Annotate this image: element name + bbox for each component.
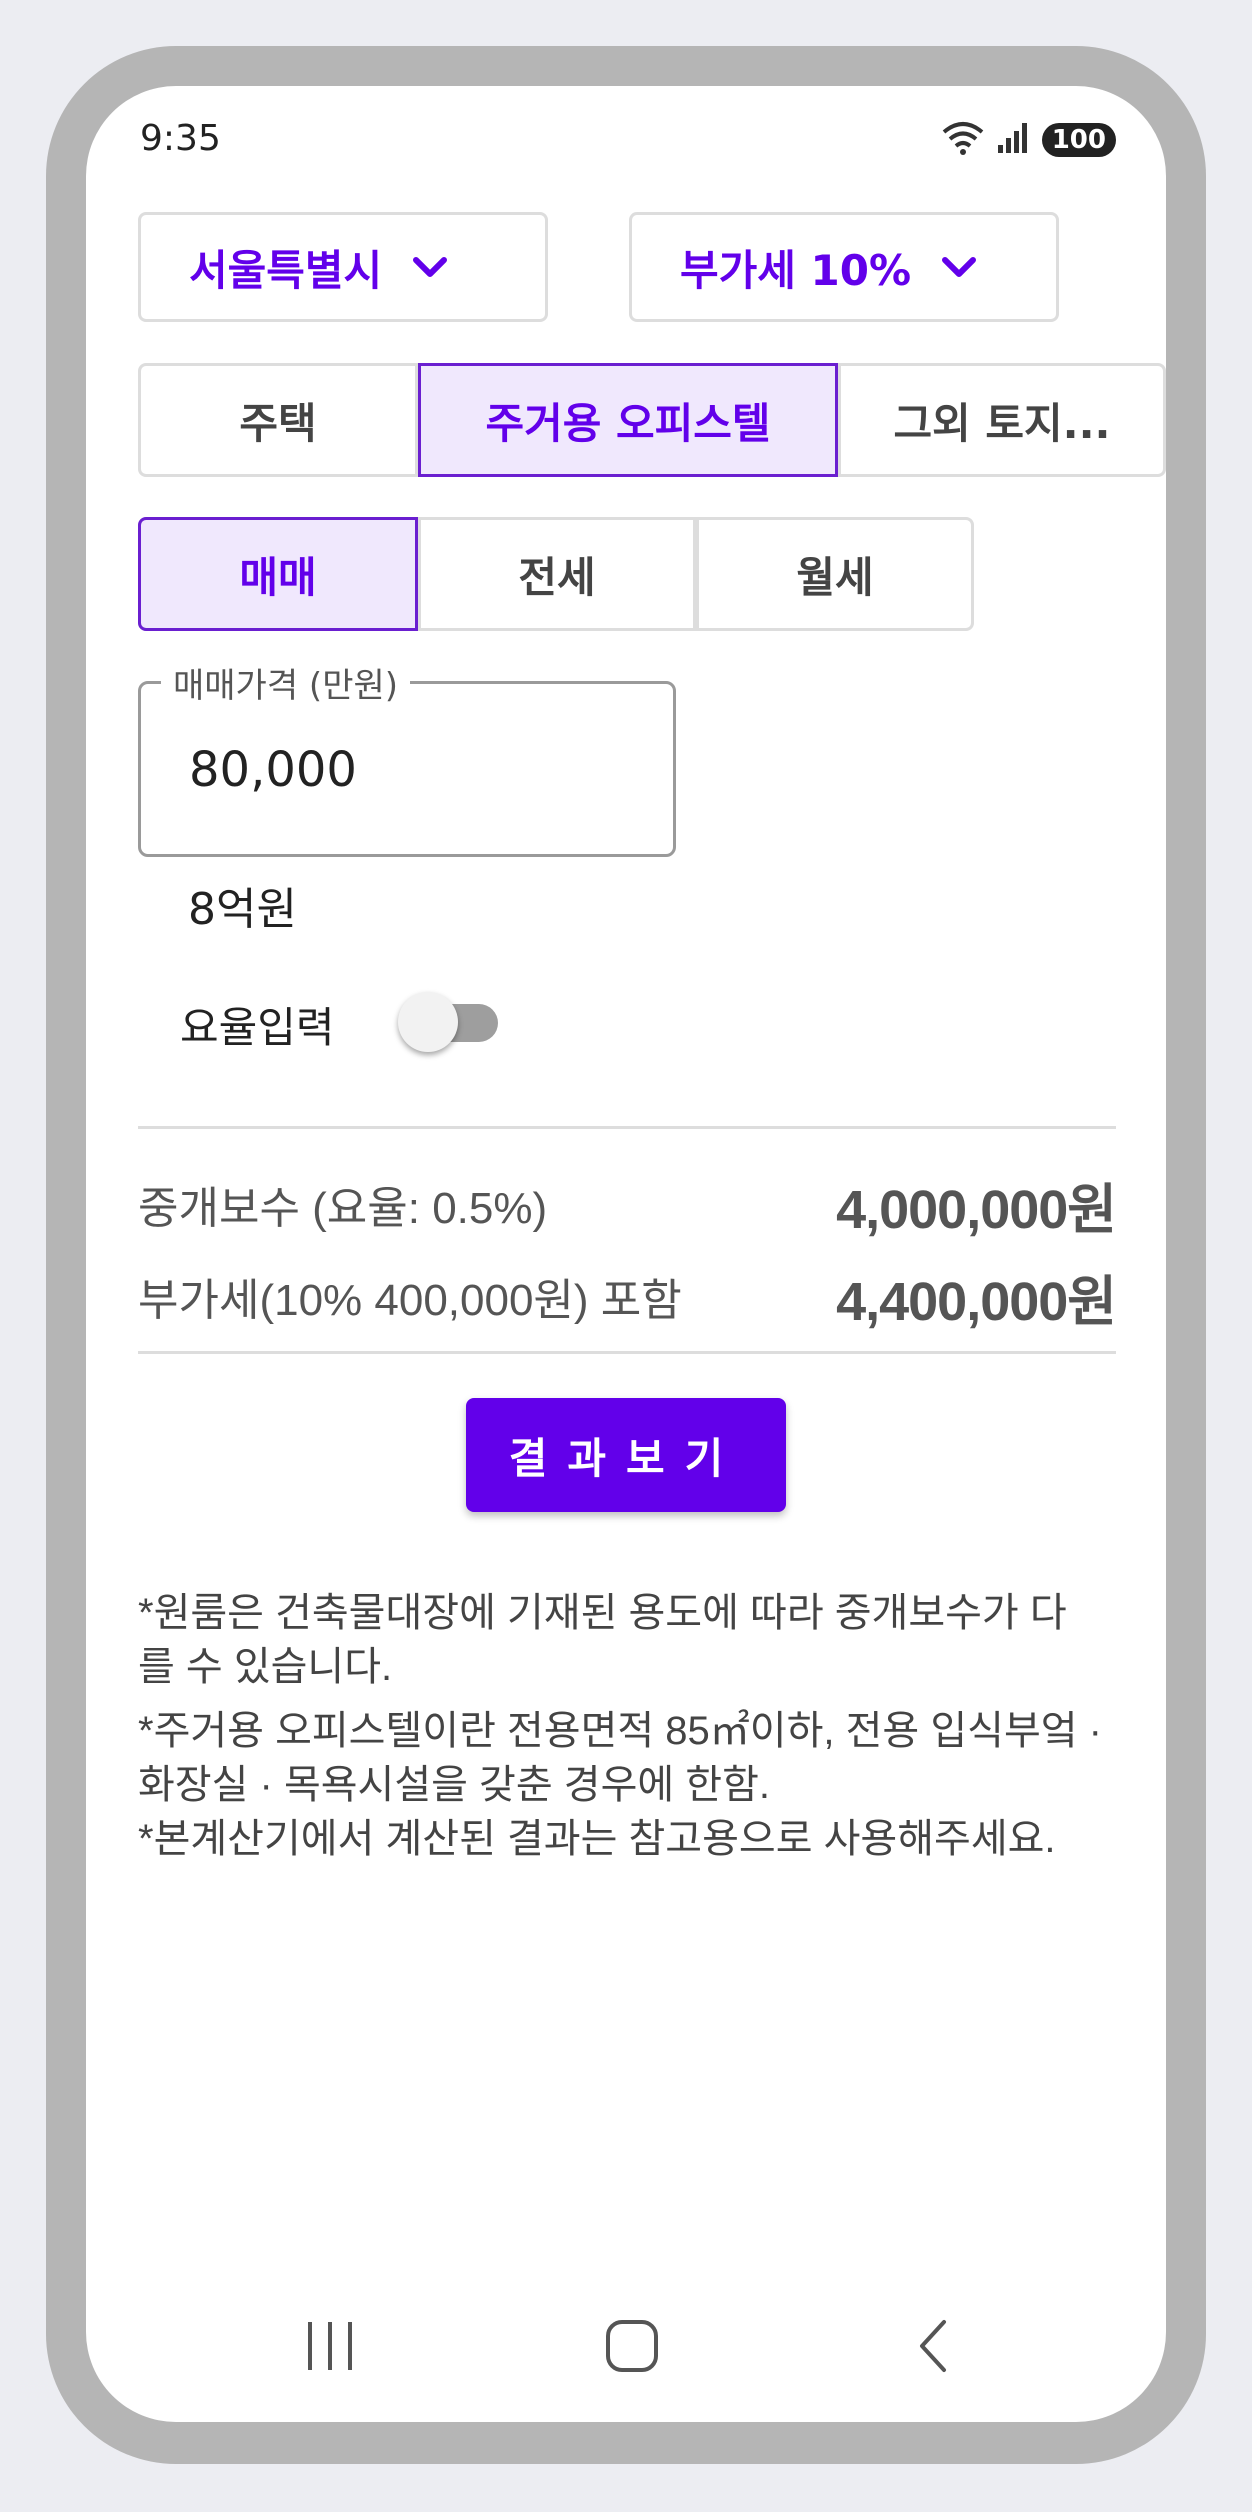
- wifi-icon: [942, 120, 984, 160]
- home-icon[interactable]: [582, 2296, 682, 2396]
- tab-monthly-rent-label: 월세: [796, 552, 874, 602]
- note-officetel: *주거용 오피스텔이란 전용면적 85㎡이하, 전용 입식부엌 · 화장실 · …: [138, 1709, 1102, 1807]
- property-type-tabs: 주택 주거용 오피스텔 그외 토지...: [138, 363, 1166, 477]
- tab-sale-label: 매매: [239, 552, 317, 602]
- vat-included-value: 4,400,000원: [836, 1271, 1117, 1332]
- chevron-down-icon: [410, 254, 450, 280]
- sale-price-field[interactable]: 매매가격 (만원) 80,000: [138, 658, 676, 857]
- tab-other-land-label: 그외 토지...: [893, 398, 1111, 448]
- sale-price-value[interactable]: 80,000: [189, 742, 357, 798]
- note-reference: *본계산기에서 계산된 결과는 참고용으로 사용해주세요.: [138, 1817, 1056, 1861]
- vat-dropdown[interactable]: 부가세 10%: [629, 212, 1059, 322]
- vat-dropdown-label: 부가세 10%: [680, 245, 912, 295]
- rate-input-toggle[interactable]: [398, 990, 502, 1054]
- divider: [138, 1126, 1116, 1129]
- region-dropdown-label: 서울특별시: [189, 245, 383, 295]
- vat-included-label: 부가세(10% 400,000원) 포함: [138, 1276, 682, 1325]
- view-result-button[interactable]: 결과보기: [466, 1398, 786, 1512]
- system-nav-bar: [86, 2296, 1166, 2396]
- tab-jeonse-label: 전세: [518, 552, 596, 602]
- tab-monthly-rent[interactable]: 월세: [696, 517, 974, 631]
- tab-house[interactable]: 주택: [138, 363, 418, 477]
- fee-label: 중개보수 (요율: 0.5%): [138, 1184, 548, 1233]
- tab-sale[interactable]: 매매: [138, 517, 418, 631]
- status-icons: 100: [942, 120, 1116, 160]
- sale-price-in-words: 8억원: [188, 884, 297, 935]
- region-dropdown[interactable]: 서울특별시: [138, 212, 548, 322]
- fee-value: 4,000,000원: [836, 1179, 1117, 1240]
- tab-officetel-label: 주거용 오피스텔: [485, 398, 771, 448]
- signal-icon: [996, 121, 1030, 159]
- deal-type-tabs: 매매 전세 월세: [138, 517, 974, 631]
- chevron-down-icon: [939, 254, 979, 280]
- tab-jeonse[interactable]: 전세: [418, 517, 696, 631]
- divider: [138, 1351, 1116, 1354]
- status-time: 9:35: [140, 118, 221, 159]
- recent-apps-icon[interactable]: [280, 2296, 380, 2396]
- tab-officetel[interactable]: 주거용 오피스텔: [418, 363, 838, 477]
- vat-included-row: 부가세(10% 400,000원) 포함 4,400,000원: [138, 1258, 1117, 1334]
- tab-other-land[interactable]: 그외 토지...: [838, 363, 1166, 477]
- fee-row: 중개보수 (요율: 0.5%) 4,000,000원: [138, 1166, 1117, 1242]
- app-screen: 9:35 100 서울특별시 부가세 10% 주택 주거용 오피스텔 그외 토지…: [86, 86, 1166, 2422]
- back-icon[interactable]: [884, 2296, 984, 2396]
- rate-input-label: 요율입력: [180, 1003, 335, 1052]
- tab-house-label: 주택: [239, 398, 317, 448]
- battery-indicator: 100: [1041, 123, 1116, 157]
- sale-price-label: 매매가격 (만원): [161, 658, 411, 707]
- note-oneroom: *원룸은 건축물대장에 기재된 용도에 따라 중개보수가 다를 수 있습니다.: [138, 1591, 1067, 1689]
- toggle-knob: [398, 992, 458, 1052]
